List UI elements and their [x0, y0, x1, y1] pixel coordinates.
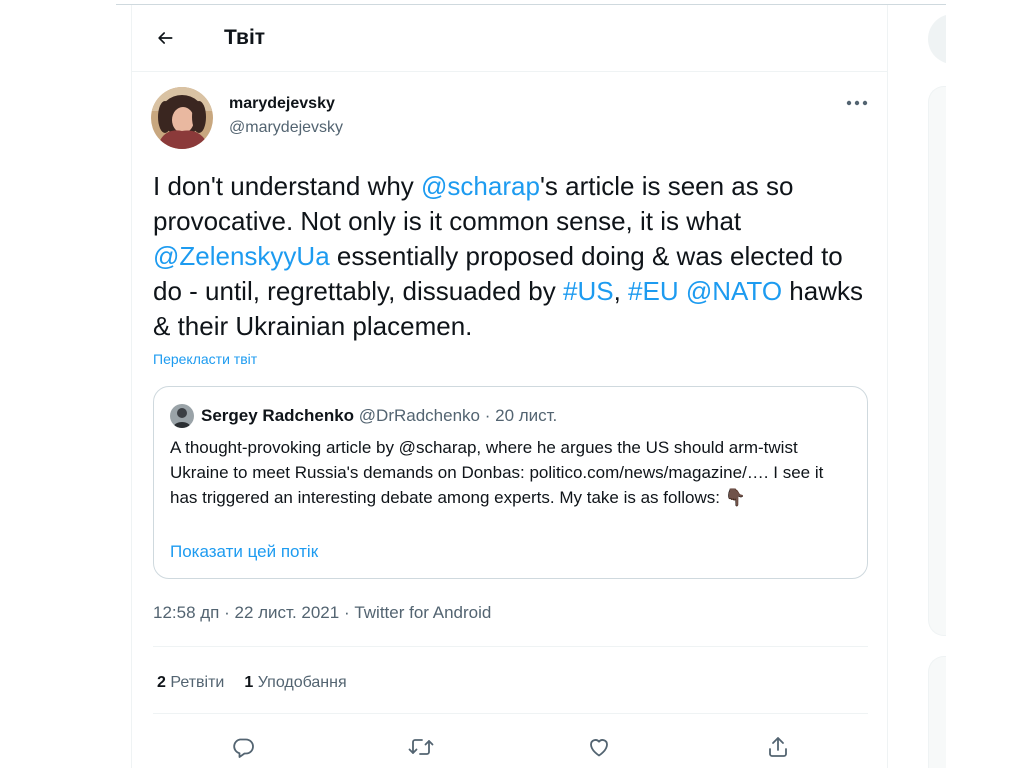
mention-link[interactable]: @NATO: [686, 276, 782, 306]
like-button[interactable]: [581, 729, 617, 765]
retweets-label: Ретвіти: [170, 674, 225, 691]
translate-tweet-link[interactable]: Перекласти твіт: [153, 350, 257, 368]
dot-separator: ·: [219, 603, 235, 622]
share-icon: [769, 737, 787, 757]
avatar-image: [151, 87, 213, 149]
like-icon: [590, 739, 608, 757]
tweet-text: I don't understand why @scharap's articl…: [153, 169, 873, 344]
tweet-source[interactable]: Twitter for Android: [354, 603, 491, 622]
quoted-tweet-header: Sergey Radchenko @DrRadchenko · 20 лист.: [201, 405, 557, 427]
quoted-author-name: Sergey Radchenko: [201, 406, 355, 425]
quoted-avatar-image: [170, 404, 194, 428]
page: Твіт marydejevsky @marydejevsky I don't …: [0, 0, 1024, 768]
hashtag-link[interactable]: #EU: [628, 276, 679, 306]
mention-link[interactable]: @ZelenskyyUa: [153, 241, 330, 271]
tweet-text-segment: ,: [613, 276, 629, 306]
retweets-count: 2: [157, 674, 166, 691]
tweet-time[interactable]: 12:58 дп: [153, 603, 219, 622]
back-button[interactable]: [146, 19, 184, 57]
quoted-author-avatar: [170, 404, 194, 428]
tweet-date[interactable]: 22 лист. 2021: [235, 603, 340, 622]
reply-button[interactable]: [225, 729, 261, 765]
main-column: Твіт marydejevsky @marydejevsky I don't …: [131, 5, 888, 768]
retweets-stat[interactable]: 2 Ретвіти: [157, 672, 224, 694]
dot-separator: ·: [480, 406, 496, 425]
retweet-icon: [408, 739, 434, 755]
quoted-tweet-text: A thought-provoking article by @scharap,…: [170, 438, 824, 507]
viewport-edge: [946, 0, 1024, 768]
tweet-stats: 2 Ретвіти 1 Уподобання: [157, 672, 367, 694]
divider: [153, 646, 868, 647]
reply-icon: [233, 738, 254, 758]
quoted-tweet-date: 20 лист.: [495, 406, 558, 425]
mention-link[interactable]: @scharap: [421, 171, 540, 201]
more-button[interactable]: [842, 93, 872, 113]
share-button[interactable]: [760, 729, 796, 765]
likes-stat[interactable]: 1 Уподобання: [244, 672, 346, 694]
back-arrow-icon: [158, 32, 173, 44]
tweet-text-segment: I don't understand why: [153, 171, 422, 201]
quoted-tweet-card[interactable]: Sergey Radchenko @DrRadchenko · 20 лист.…: [153, 386, 868, 579]
tweet-actions: [132, 729, 887, 768]
dot-separator: ·: [339, 603, 355, 622]
author-name[interactable]: marydejevsky: [229, 94, 335, 114]
tweet-text-segment: [679, 276, 686, 306]
quoted-author-handle: @DrRadchenko: [358, 406, 480, 425]
retweet-button[interactable]: [403, 729, 439, 765]
header: Твіт: [132, 5, 887, 72]
tweet-meta: 12:58 дп · 22 лист. 2021 · Twitter for A…: [153, 602, 491, 624]
likes-count: 1: [244, 674, 254, 691]
likes-label: Уподобання: [257, 674, 347, 691]
more-icon: [846, 100, 868, 106]
divider: [153, 713, 868, 714]
hashtag-link[interactable]: #US: [563, 276, 614, 306]
author-avatar[interactable]: [151, 87, 213, 149]
show-thread-link[interactable]: Показати цей потік: [170, 541, 318, 563]
page-title: Твіт: [224, 26, 266, 49]
author-handle[interactable]: @marydejevsky: [229, 118, 343, 138]
